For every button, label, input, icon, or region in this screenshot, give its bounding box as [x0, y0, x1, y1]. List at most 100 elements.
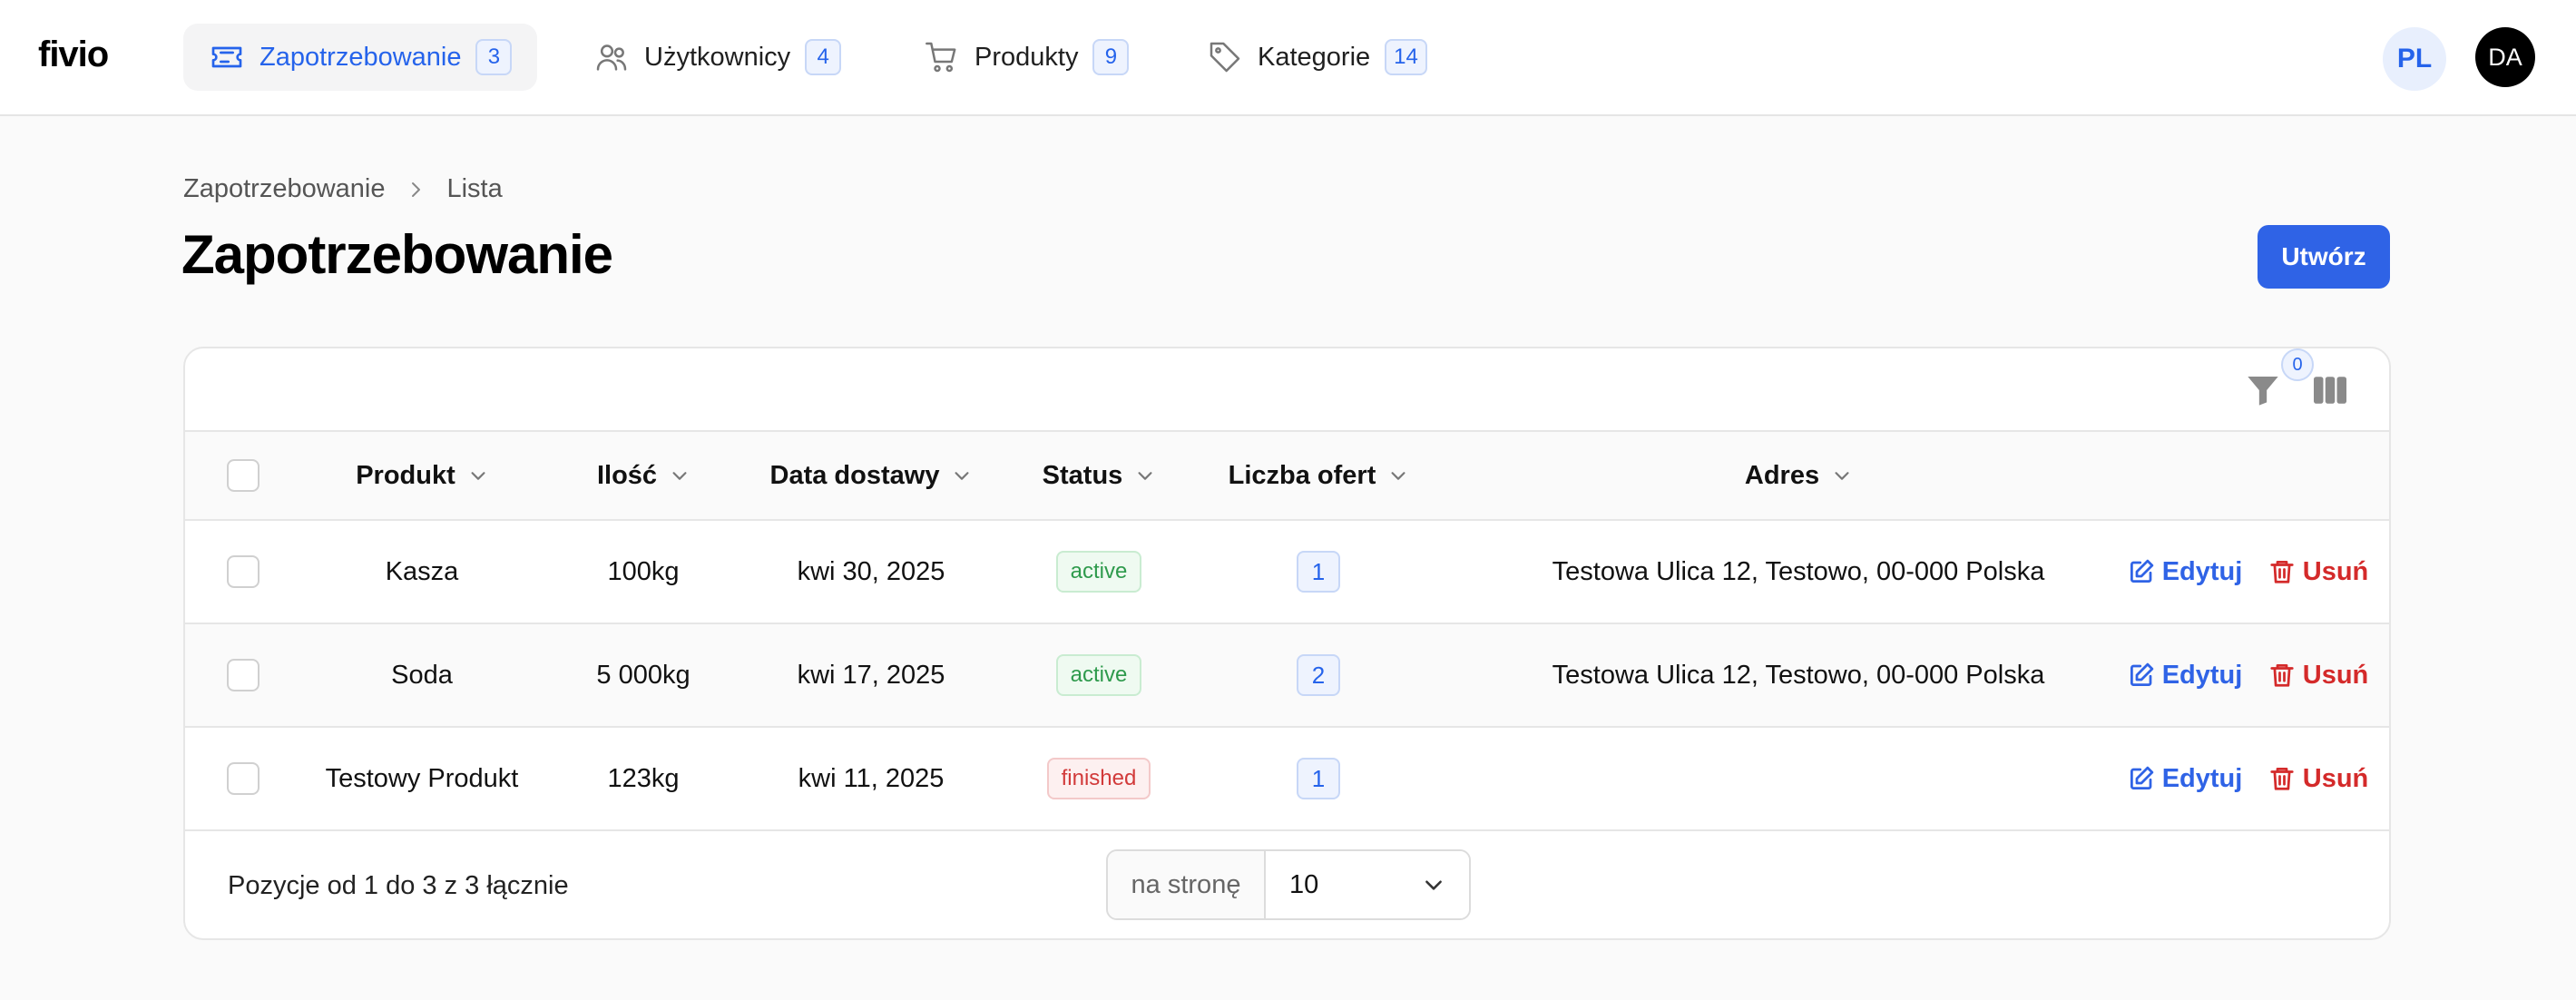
delete-button[interactable]: Usuń [2268, 556, 2369, 587]
nav-item-count: 14 [1385, 39, 1427, 75]
offers-count-badge: 1 [1297, 551, 1340, 593]
create-button[interactable]: Utwórz [2258, 225, 2390, 289]
breadcrumb: Zapotrzebowanie Lista [183, 174, 503, 204]
ticket-icon [211, 46, 242, 68]
edit-icon [2130, 559, 2153, 583]
offers-count-badge: 2 [1297, 654, 1340, 696]
cell-delivery-date: kwi 30, 2025 [797, 556, 945, 586]
cell-address: Testowa Ulica 12, Testowo, 00-000 Polska [1552, 556, 2045, 586]
cell-status: active [996, 624, 1201, 726]
row-select-cell [225, 624, 261, 726]
row-checkbox[interactable] [227, 555, 260, 588]
column-header-status[interactable]: Status [996, 432, 1201, 519]
app-logo[interactable]: fivio [38, 34, 109, 75]
breadcrumb-item-zapotrzebowanie[interactable]: Zapotrzebowanie [183, 174, 385, 204]
row-checkbox[interactable] [227, 659, 260, 691]
status-badge: active [1055, 654, 1142, 696]
chevron-down-icon [1138, 472, 1152, 480]
delete-label: Usuń [2302, 556, 2369, 586]
column-header-produkt[interactable]: Produkt [303, 432, 541, 519]
table-header: Produkt Ilość Data dostawy Status Liczba… [185, 430, 2389, 521]
nav-item-zapotrzebowanie[interactable]: Zapotrzebowanie 3 [183, 24, 538, 91]
offers-count-badge: 1 [1297, 758, 1340, 799]
cell-delete: Usuń [2258, 624, 2379, 726]
per-page-value: 10 [1289, 869, 1319, 899]
per-page-label: na stronę [1108, 851, 1266, 918]
edit-label: Edytuj [2161, 763, 2243, 793]
table-footer: Pozycje od 1 do 3 z 3 łącznie na stronę … [185, 829, 2389, 938]
nav-item-count: 4 [805, 39, 842, 75]
column-label: Produkt [356, 460, 455, 490]
delete-label: Usuń [2302, 763, 2369, 793]
tag-icon [1210, 42, 1240, 73]
top-navigation: fivio Zapotrzebowanie 3 Użytkownicy 4 Pr… [0, 0, 2576, 116]
nav-item-count: 3 [475, 39, 513, 75]
row-checkbox[interactable] [227, 762, 260, 795]
delete-label: Usuń [2302, 660, 2369, 690]
user-avatar[interactable]: DA [2475, 27, 2535, 87]
nav-item-count: 9 [1092, 39, 1130, 75]
trash-icon [2270, 561, 2294, 583]
chevron-right-icon [412, 181, 421, 197]
cart-icon [926, 42, 956, 73]
chevron-down-icon [1425, 880, 1442, 890]
column-header-adres[interactable]: Adres [1492, 432, 2105, 519]
cell-product: Soda [391, 660, 453, 690]
cell-product: Testowy Produkt [325, 763, 519, 793]
cell-address [1492, 728, 2105, 829]
trash-icon [2270, 768, 2294, 790]
trash-icon [2270, 664, 2294, 687]
cell-status: active [996, 521, 1201, 623]
nav-item-label: Produkty [975, 42, 1079, 72]
columns-icon[interactable] [2312, 374, 2348, 407]
edit-label: Edytuj [2161, 556, 2243, 586]
chevron-down-icon [1391, 472, 1406, 480]
cell-offers: 1 [1201, 521, 1435, 623]
table-row: Testowy Produkt 123kg kwi 11, 2025 finis… [185, 728, 2389, 831]
table-card: 0 Produkt Ilość Data dostawy Status Licz… [183, 347, 2391, 940]
edit-icon [2130, 662, 2153, 686]
table-toolbar: 0 [185, 348, 2389, 430]
cell-delete: Usuń [2258, 521, 2379, 623]
cell-product: Kasza [385, 556, 459, 586]
column-label: Status [1042, 460, 1123, 490]
column-label: Ilość [596, 460, 658, 490]
select-all-checkbox[interactable] [227, 459, 260, 492]
nav-item-produkty[interactable]: Produkty 9 [898, 24, 1154, 91]
cell-delete: Usuń [2258, 728, 2379, 829]
language-switcher[interactable]: PL [2383, 27, 2446, 91]
row-select-cell [225, 521, 261, 623]
chevron-down-icon [1835, 472, 1849, 480]
nav-item-uzytkownicy[interactable]: Użytkownicy 4 [568, 24, 867, 91]
delete-button[interactable]: Usuń [2268, 763, 2369, 794]
column-header-ilosc[interactable]: Ilość [541, 432, 746, 519]
edit-icon [2130, 766, 2153, 789]
cell-quantity: 5 000kg [596, 660, 691, 690]
status-badge: finished [1046, 758, 1151, 799]
cell-delivery-date: kwi 11, 2025 [798, 763, 945, 793]
edit-button[interactable]: Edytuj [2128, 556, 2243, 587]
column-header-liczba-ofert[interactable]: Liczba ofert [1201, 432, 1435, 519]
nav-item-label: Zapotrzebowanie [260, 42, 462, 72]
filter-icon[interactable] [2245, 372, 2281, 408]
per-page-select[interactable]: na stronę 10 [1106, 849, 1471, 920]
edit-button[interactable]: Edytuj [2128, 660, 2243, 691]
users-icon [596, 44, 627, 71]
cell-address: Testowa Ulica 12, Testowo, 00-000 Polska [1552, 660, 2045, 690]
edit-label: Edytuj [2161, 660, 2243, 690]
chevron-down-icon [471, 472, 485, 480]
per-page-dropdown[interactable]: 10 [1266, 851, 1469, 918]
column-header-data-dostawy[interactable]: Data dostawy [746, 432, 996, 519]
table-row: Soda 5 000kg kwi 17, 2025 active 2 Testo… [185, 624, 2389, 728]
edit-button[interactable]: Edytuj [2128, 763, 2243, 794]
nav-item-kategorie[interactable]: Kategorie 14 [1181, 24, 1453, 91]
cell-delivery-date: kwi 17, 2025 [797, 660, 945, 690]
cell-edit: Edytuj [2112, 624, 2258, 726]
filter-count-badge: 0 [2281, 348, 2314, 381]
nav-item-label: Kategorie [1258, 42, 1371, 72]
cell-quantity: 100kg [607, 556, 680, 586]
page-title: Zapotrzebowanie [181, 224, 613, 285]
cell-edit: Edytuj [2112, 728, 2258, 829]
chevron-down-icon [672, 472, 687, 480]
delete-button[interactable]: Usuń [2268, 660, 2369, 691]
